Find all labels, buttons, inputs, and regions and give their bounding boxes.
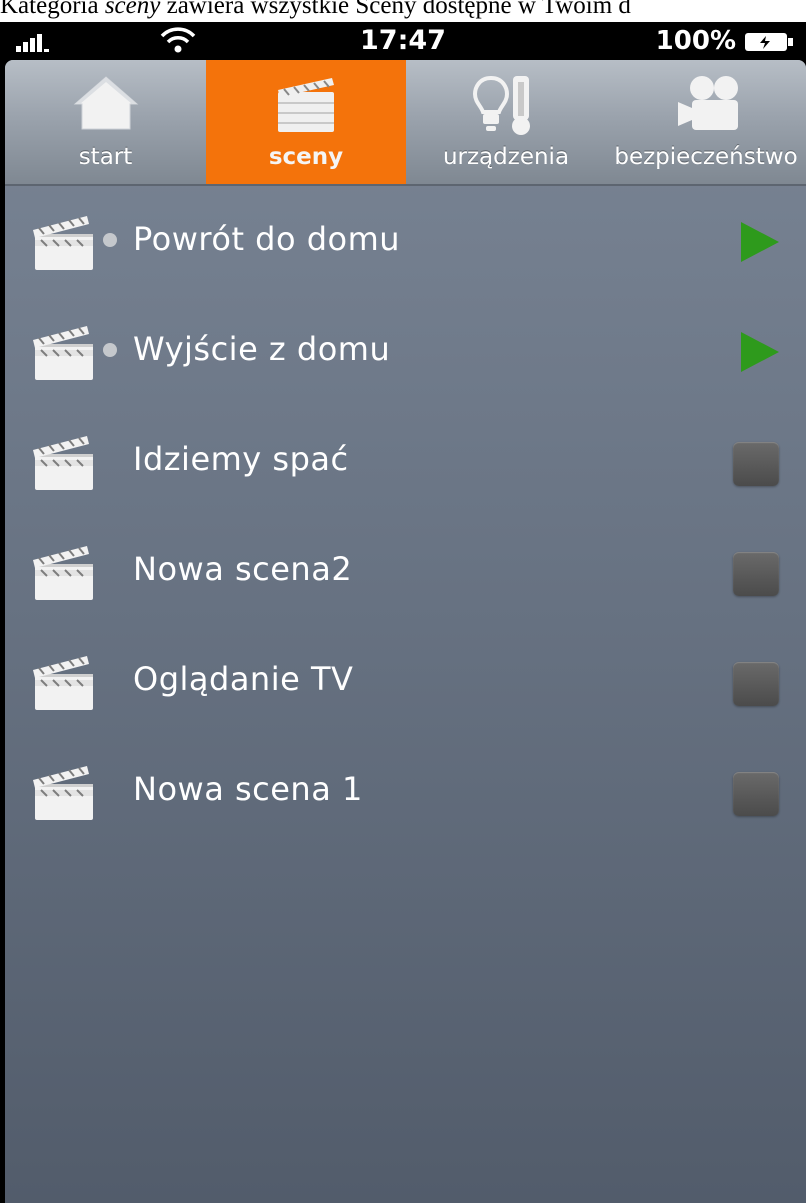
clapperboard-icon bbox=[33, 656, 93, 710]
tab-urzadzenia-label: urządzenia bbox=[442, 144, 570, 170]
clapperboard-icon bbox=[33, 766, 93, 820]
tab-sceny[interactable]: sceny bbox=[206, 60, 406, 184]
tab-start-label: start bbox=[78, 144, 133, 170]
clapperboard-icon bbox=[33, 546, 93, 600]
status-bar: 17:47 100% bbox=[0, 22, 806, 60]
play-icon[interactable] bbox=[737, 220, 781, 264]
tab-bar: start sceny urządzenia bezpieczeństwo bbox=[5, 60, 806, 186]
document-caption: Kategoria sceny zawiera wszystkie Sceny … bbox=[0, 0, 806, 22]
active-indicator-dot bbox=[103, 343, 117, 357]
app-screen: start sceny urządzenia bezpieczeństwo Po… bbox=[5, 60, 806, 1203]
active-indicator-dot bbox=[103, 233, 117, 247]
stop-button[interactable] bbox=[733, 442, 779, 486]
scene-row[interactable]: Nowa scena2 bbox=[5, 514, 806, 624]
scene-row[interactable]: Powrót do domu bbox=[5, 184, 806, 294]
bulb-thermometer-icon bbox=[472, 75, 530, 135]
scene-label: Powrót do domu bbox=[133, 220, 401, 258]
clapperboard-icon bbox=[33, 436, 93, 490]
scene-label: Idziemy spać bbox=[133, 440, 349, 478]
scene-label: Oglądanie TV bbox=[133, 660, 354, 698]
stop-button[interactable] bbox=[733, 662, 779, 706]
caption-text-1: Kategoria bbox=[0, 0, 105, 19]
tab-sceny-label: sceny bbox=[268, 144, 344, 170]
scene-row[interactable]: Oglądanie TV bbox=[5, 624, 806, 734]
clapperboard-icon bbox=[33, 326, 93, 380]
battery-percent: 100% bbox=[655, 26, 736, 56]
phone-screen: 17:47 100% start sceny urządzenia bezpie… bbox=[0, 22, 806, 1203]
scene-row[interactable]: Idziemy spać bbox=[5, 404, 806, 514]
stop-button[interactable] bbox=[733, 772, 779, 816]
tab-urzadzenia[interactable]: urządzenia bbox=[406, 60, 606, 184]
clapperboard-icon bbox=[33, 216, 93, 270]
camera-icon bbox=[678, 76, 738, 130]
stop-button[interactable] bbox=[733, 552, 779, 596]
scene-label: Nowa scena 1 bbox=[133, 770, 363, 808]
battery-icon bbox=[745, 33, 793, 51]
house-icon bbox=[73, 76, 138, 130]
scene-label: Wyjście z domu bbox=[133, 330, 391, 368]
clapperboard-icon bbox=[278, 78, 334, 132]
scene-label: Nowa scena2 bbox=[133, 550, 353, 588]
tab-bezpieczenstwo[interactable]: bezpieczeństwo bbox=[606, 60, 806, 184]
play-icon[interactable] bbox=[737, 330, 781, 374]
caption-italic: sceny bbox=[104, 0, 161, 19]
scene-row[interactable]: Nowa scena 1 bbox=[5, 734, 806, 844]
tab-start[interactable]: start bbox=[5, 60, 206, 184]
tab-bezpieczenstwo-label: bezpieczeństwo bbox=[614, 144, 798, 170]
scene-row[interactable]: Wyjście z domu bbox=[5, 294, 806, 404]
caption-text-2: zawiera wszystkie Sceny dostępne w Twoim… bbox=[160, 0, 631, 19]
